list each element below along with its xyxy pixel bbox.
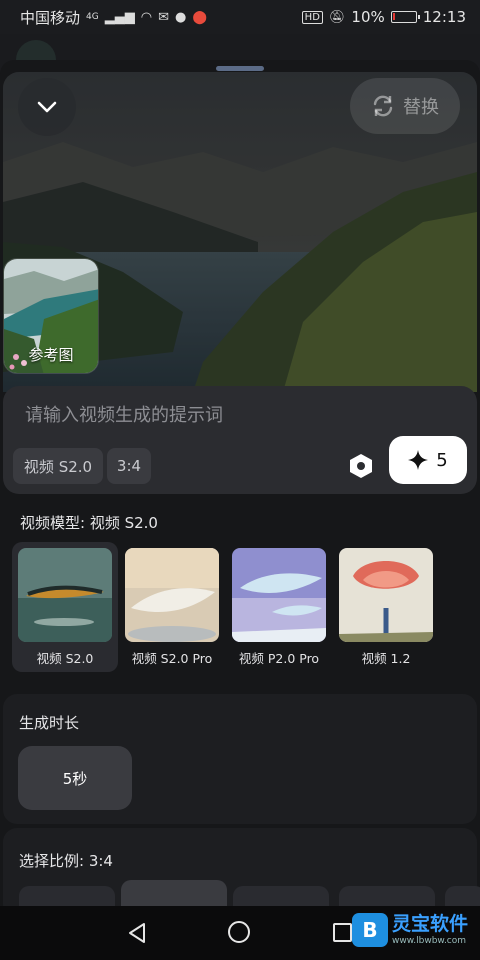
back-icon[interactable] <box>126 922 148 944</box>
network-label: 4G <box>86 12 99 22</box>
model-option-s2-pro[interactable]: 视频 S2.0 Pro <box>119 542 225 672</box>
chevron-down-icon <box>37 101 57 113</box>
wifi-icon: ◠ <box>140 9 153 25</box>
reference-label: 参考图 <box>28 346 74 364</box>
recents-icon[interactable] <box>333 923 352 942</box>
model-label: 视频 S2.0 Pro <box>131 651 213 666</box>
replace-label: 替换 <box>403 97 439 118</box>
mute-icon: 🔕︎ <box>328 9 346 25</box>
home-icon[interactable] <box>228 921 250 943</box>
swap-icon <box>373 95 393 117</box>
drag-handle[interactable] <box>216 66 264 71</box>
model-option-1-2[interactable]: 视频 1.2 <box>333 542 439 672</box>
watermark: B 灵宝软件 www.lbwbw.com <box>352 913 476 947</box>
battery-icon <box>390 11 420 23</box>
generate-cost: 5 <box>436 449 448 471</box>
generate-button[interactable]: 5 <box>389 436 467 484</box>
message-icon: ● <box>174 9 187 25</box>
sparkle-icon <box>408 450 429 470</box>
ratio-option[interactable] <box>339 886 435 906</box>
hd-badge: HD <box>301 10 323 24</box>
model-label: 视频 1.2 <box>361 651 411 666</box>
ratio-option[interactable] <box>19 886 115 906</box>
model-option-p2-pro[interactable]: 视频 P2.0 Pro <box>226 542 332 672</box>
whale-sky-image <box>125 548 219 642</box>
settings-hex-button[interactable] <box>347 452 375 480</box>
watermark-title: 灵宝软件 <box>392 912 469 935</box>
signal-icon: ▂▄▆ <box>104 9 135 25</box>
watermark-url: www.lbwbw.com <box>392 935 467 946</box>
bottom-sheet: 替换 参考图 视频 S2.0 3:4 5 <box>0 60 480 906</box>
model-chip[interactable]: 视频 S2.0 <box>13 448 103 484</box>
carrier-label: 中国移动 <box>20 8 81 27</box>
whale-ocean-image <box>18 548 112 642</box>
model-label: 视频 S2.0 <box>36 651 94 666</box>
ratio-chip[interactable]: 3:4 <box>107 448 151 484</box>
model-thumbnail <box>125 548 219 642</box>
prompt-input[interactable] <box>25 400 445 430</box>
notification-icon: ✉ <box>158 9 169 25</box>
model-thumbnail <box>18 548 112 642</box>
hexagon-settings-icon <box>350 454 372 478</box>
collapse-button[interactable] <box>18 78 76 136</box>
model-thumbnail <box>232 548 326 642</box>
ratio-option-selected[interactable] <box>121 880 227 906</box>
ratio-option[interactable] <box>445 886 480 906</box>
flower-image <box>339 548 433 642</box>
reference-image-thumbnail[interactable]: 参考图 <box>3 258 99 374</box>
ratio-panel: 选择比例: 3:4 <box>3 828 480 906</box>
map-pin-icon: ⬤ <box>192 9 207 25</box>
battery-percent: 10% <box>351 8 385 26</box>
model-option-s2[interactable]: 视频 S2.0 <box>12 542 118 672</box>
ratio-title: 选择比例: 3:4 <box>19 852 113 870</box>
ratio-option[interactable] <box>233 886 329 906</box>
duration-panel: 生成时长 5秒 <box>3 694 477 824</box>
replace-button[interactable]: 替换 <box>350 78 460 134</box>
model-label: 视频 P2.0 Pro <box>238 651 320 666</box>
model-section-title: 视频模型: 视频 S2.0 <box>20 514 158 532</box>
whale-purple-image <box>232 548 326 642</box>
model-list: 视频 S2.0 视频 S2.0 Pro 视频 P2.0 Pro 视频 1.2 <box>12 542 472 674</box>
prompt-panel: 视频 S2.0 3:4 5 <box>3 386 477 494</box>
status-bar: 中国移动 4G ▂▄▆ ◠ ✉ ● ⬤ HD 🔕︎ 10% 12:13 <box>0 0 480 34</box>
watermark-logo: B <box>352 913 388 947</box>
model-thumbnail <box>339 548 433 642</box>
duration-title: 生成时长 <box>19 714 80 732</box>
duration-option-5s[interactable]: 5秒 <box>18 746 132 810</box>
clock: 12:13 <box>422 8 466 26</box>
